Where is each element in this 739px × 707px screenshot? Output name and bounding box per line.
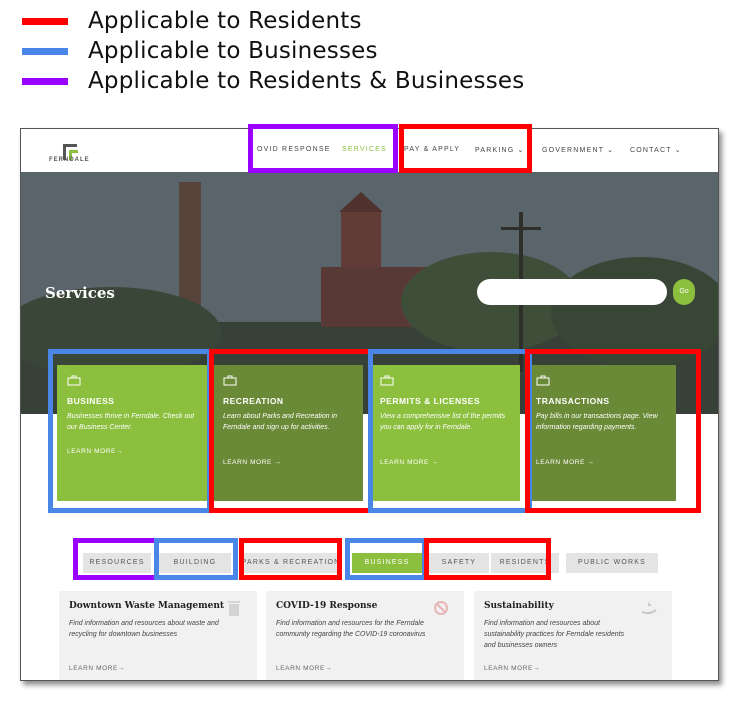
panel-description: Find information and resources about was… [69, 620, 219, 638]
highlight-box-blue-permits [368, 349, 532, 513]
legend-item-businesses: Applicable to Businesses [22, 37, 378, 65]
panel-covid-response[interactable]: COVID-19 Response Find information and r… [266, 591, 464, 680]
panel-downtown-waste[interactable]: Downtown Waste Management Find informati… [59, 591, 257, 680]
search-input[interactable] [477, 279, 667, 305]
highlight-box-purple-resources [73, 538, 159, 580]
legend-swatch-purple [22, 77, 68, 85]
tab-public-works[interactable]: PUBLIC WORKS [566, 553, 658, 573]
panel-sustainability[interactable]: Sustainability Find information and reso… [474, 591, 672, 680]
panel-title: Sustainability [484, 601, 554, 611]
virus-icon [434, 601, 448, 615]
highlight-box-red-recreation [209, 349, 373, 513]
logo-text: FERNDALE [49, 157, 90, 163]
legend-item-residents: Applicable to Residents [22, 7, 362, 35]
highlight-box-purple-nav [248, 124, 398, 173]
legend-swatch-red [22, 17, 68, 25]
highlight-box-blue-building [154, 538, 238, 580]
trash-icon [228, 601, 240, 616]
panel-description: Find information and resources for the F… [276, 620, 426, 638]
legend-label: Applicable to Businesses [88, 38, 378, 64]
legend-swatch-blue [22, 47, 68, 55]
highlight-box-blue-business [48, 349, 212, 513]
panel-description: Find information and resources about sus… [484, 620, 625, 649]
highlight-box-red-transactions [525, 349, 701, 513]
panel-learn-more-link[interactable]: LEARN MORE→ [69, 665, 125, 672]
panel-learn-more-link[interactable]: LEARN MORE→ [484, 665, 540, 672]
legend-item-both: Applicable to Residents & Businesses [22, 67, 524, 95]
page-title: Services [45, 284, 115, 302]
nav-contact[interactable]: CONTACT ⌄ [630, 146, 682, 154]
legend-label: Applicable to Residents [88, 8, 362, 34]
highlight-box-red-parks [239, 538, 342, 580]
highlight-box-blue-business-tab [345, 538, 427, 580]
panel-title: Downtown Waste Management [69, 601, 225, 611]
search-go-button[interactable]: Go [673, 279, 695, 305]
legend-label: Applicable to Residents & Businesses [88, 68, 525, 94]
highlight-box-red-safety-residents [424, 538, 551, 580]
panel-title: COVID-19 Response [276, 601, 378, 611]
recycle-hand-icon [641, 602, 657, 615]
panel-learn-more-link[interactable]: LEARN MORE→ [276, 665, 332, 672]
highlight-box-red-nav [399, 124, 532, 173]
nav-government[interactable]: GOVERNMENT ⌄ [542, 146, 614, 154]
